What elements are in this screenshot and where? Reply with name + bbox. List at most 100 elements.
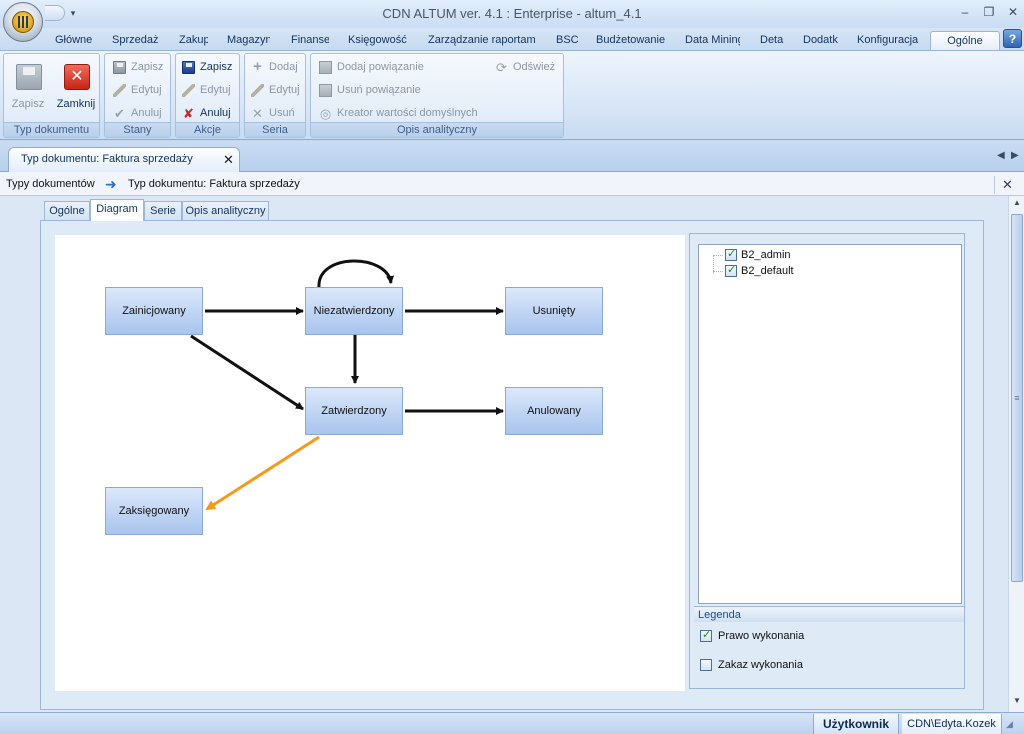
document-tab[interactable]: Typ dokumentu: Faktura sprzedaży ✕ xyxy=(8,147,240,172)
legend-denied-checkbox-icon xyxy=(700,659,712,671)
scroll-thumb[interactable]: ≡ xyxy=(1011,214,1023,582)
close-panel-button[interactable]: ✕ xyxy=(994,176,1020,194)
user-checkbox-b2-admin[interactable] xyxy=(725,248,737,261)
quick-access-dropdown-icon[interactable]: ▾ xyxy=(66,5,80,21)
seria-add-button[interactable]: + Dodaj xyxy=(247,58,298,76)
ribbon-tab-ogolne[interactable]: Ogólne xyxy=(930,31,1000,50)
ribbon-group-akcje: Zapisz Edytuj ✘ Anuluj Akcje xyxy=(175,53,240,138)
breadcrumb-root-link[interactable]: Typy dokumentów xyxy=(6,178,95,190)
group-label-stany: Stany xyxy=(105,122,170,137)
akcje-edit-label: Edytuj xyxy=(200,84,231,96)
window-close-button[interactable]: ✕ xyxy=(1002,4,1024,20)
help-button[interactable]: ? xyxy=(1003,29,1022,48)
legend-allowed-label: Prawo wykonania xyxy=(718,630,805,642)
tab-diagram[interactable]: Diagram xyxy=(90,199,144,221)
pencil-icon xyxy=(113,84,126,97)
stany-save-button[interactable]: Zapisz xyxy=(109,58,163,76)
tab-serie[interactable]: Serie xyxy=(144,201,182,221)
ribbon-tab-detal[interactable]: Detal xyxy=(760,31,784,50)
group-label-seria: Seria xyxy=(245,122,305,137)
ribbon-tab-sprzedaz[interactable]: Sprzedaż xyxy=(112,31,160,50)
restore-button[interactable]: ❐ xyxy=(978,4,1000,20)
akcje-save-button[interactable]: Zapisz xyxy=(178,58,232,76)
pencil-icon xyxy=(182,84,195,97)
vertical-scrollbar[interactable]: ▲ ≡ ▼ xyxy=(1008,196,1024,712)
refresh-label: Odśwież xyxy=(513,61,556,73)
legend-header: Legenda xyxy=(694,606,964,622)
ribbon-tab-glowne[interactable]: Główne xyxy=(55,31,97,50)
breadcrumb: Typy dokumentów ➜ Typ dokumentu: Faktura… xyxy=(0,172,1024,196)
cancel-x-icon: ✘ xyxy=(183,106,194,121)
ribbon-tab-bsc[interactable]: BSC xyxy=(556,31,578,50)
minimize-button[interactable]: – xyxy=(954,4,976,20)
node-zainicjowany[interactable]: Zainicjowany xyxy=(105,287,203,335)
legend-denied-label: Zakaz wykonania xyxy=(718,659,803,671)
remove-link-button[interactable]: Usuń powiązanie xyxy=(315,81,421,99)
arrow-zatwierdzony-zaksiegowany xyxy=(205,435,320,511)
ribbon-tab-zarzadzanie-raportami[interactable]: Zarządzanie raportami xyxy=(428,31,536,50)
scroll-up-icon[interactable]: ▲ xyxy=(1009,198,1024,210)
tree-line-1 xyxy=(713,255,723,256)
ribbon-tab-finanse[interactable]: Finanse xyxy=(291,31,329,50)
seria-remove-button[interactable]: ✕ Usuń xyxy=(247,104,295,122)
ribbon-tab-dodatki[interactable]: Dodatki xyxy=(803,31,838,50)
refresh-button[interactable]: ⟳ Odśwież xyxy=(491,58,555,76)
wizard-label: Kreator wartości domyślnych xyxy=(337,107,478,119)
tab-opis-analityczny[interactable]: Opis analityczny xyxy=(182,201,269,221)
ribbon-tab-magazyn[interactable]: Magazyn xyxy=(227,31,270,50)
tree-line-2 xyxy=(713,271,723,272)
stany-save-label: Zapisz xyxy=(131,61,164,73)
stany-edit-button[interactable]: Edytuj xyxy=(109,81,162,99)
legend-allowed-checkbox-icon xyxy=(700,629,712,642)
tab-scroll-right-icon[interactable]: ▶ xyxy=(1011,150,1019,161)
ribbon-tab-data-mining[interactable]: Data Mining xyxy=(685,31,740,50)
user-checkbox-b2-default[interactable] xyxy=(725,264,737,277)
scroll-grip-icon: ≡ xyxy=(1014,393,1020,403)
floppy-large-icon xyxy=(16,64,42,90)
node-zatwierdzony[interactable]: Zatwierdzony xyxy=(305,387,403,435)
user-item-b2-admin[interactable]: B2_admin xyxy=(725,248,791,263)
stany-cancel-button[interactable]: ✔ Anuluj xyxy=(109,104,162,122)
node-niezatwierdzony[interactable]: Niezatwierdzony xyxy=(305,287,403,335)
ribbon-tab-konfiguracja[interactable]: Konfiguracja xyxy=(857,31,919,50)
ribbon-tab-zakup[interactable]: Zakup xyxy=(179,31,208,50)
add-link-button[interactable]: Dodaj powiązanie xyxy=(315,58,424,76)
add-link-icon xyxy=(319,61,332,74)
akcje-cancel-button[interactable]: ✘ Anuluj xyxy=(178,104,231,122)
typ-save-label: Zapisz xyxy=(11,98,45,110)
ribbon-tab-ksiegowosc[interactable]: Księgowość xyxy=(348,31,410,50)
seria-edit-button[interactable]: Edytuj xyxy=(247,81,300,99)
akcje-cancel-label: Anuluj xyxy=(200,107,231,119)
seria-edit-label: Edytuj xyxy=(269,84,300,96)
users-panel: B2_admin B2_default Legenda Prawo wykona… xyxy=(689,233,965,689)
ribbon-group-seria: + Dodaj Edytuj ✕ Usuń Seria xyxy=(244,53,306,138)
arrow-zainicjowany-zatwierdzony xyxy=(190,334,304,411)
node-anulowany[interactable]: Anulowany xyxy=(505,387,603,435)
resize-grip-icon[interactable]: ◢ xyxy=(1006,719,1013,730)
diagram-tab-panel: Zainicjowany Niezatwierdzony Usunięty Za… xyxy=(40,220,984,710)
legend-denied: Zakaz wykonania xyxy=(700,659,803,673)
node-zaksiegowany[interactable]: Zaksięgowany xyxy=(105,487,203,535)
floppy-icon xyxy=(113,61,126,74)
akcje-edit-button[interactable]: Edytuj xyxy=(178,81,231,99)
tab-ogolne[interactable]: Ogólne xyxy=(44,201,90,221)
tab-scroll-left-icon[interactable]: ◀ xyxy=(997,150,1005,161)
typ-close-button[interactable]: ✕ Zamknij xyxy=(54,58,98,114)
ribbon-tab-budzetowanie[interactable]: Budżetowanie xyxy=(596,31,666,50)
document-tab-close-icon[interactable]: ✕ xyxy=(223,152,234,168)
status-bar: Użytkownik CDN\Edyta.Kozek ◢ xyxy=(0,712,1024,734)
diagram-canvas[interactable]: Zainicjowany Niezatwierdzony Usunięty Za… xyxy=(55,235,685,691)
typ-save-button[interactable]: Zapisz xyxy=(6,58,50,114)
pencil-icon xyxy=(251,84,264,97)
user-item-b2-default[interactable]: B2_default xyxy=(725,264,794,279)
default-values-wizard-button[interactable]: ◎ Kreator wartości domyślnych xyxy=(315,104,478,122)
scroll-down-icon[interactable]: ▼ xyxy=(1009,696,1024,708)
app-logo-bars-icon xyxy=(18,16,28,28)
quick-access-toolbar[interactable] xyxy=(45,5,65,21)
node-usuniety[interactable]: Usunięty xyxy=(505,287,603,335)
user-name: B2_admin xyxy=(741,249,791,261)
legend-allowed: Prawo wykonania xyxy=(700,629,805,644)
seria-add-label: Dodaj xyxy=(269,61,298,73)
app-menu-button[interactable] xyxy=(3,2,43,42)
remove-x-icon: ✕ xyxy=(252,106,263,121)
